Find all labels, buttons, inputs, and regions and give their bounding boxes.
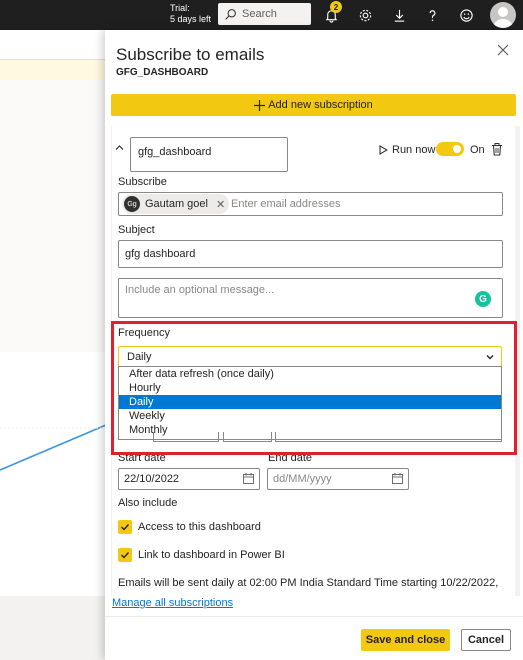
help-icon bbox=[429, 9, 435, 21]
report-line-chart bbox=[0, 424, 106, 471]
start-date-input[interactable]: 22/10/2022 bbox=[118, 468, 260, 490]
cancel-button[interactable]: Cancel bbox=[461, 629, 511, 651]
download-icon bbox=[394, 9, 404, 22]
email-placeholder: Enter email addresses bbox=[231, 198, 341, 210]
highlight-box bbox=[111, 321, 517, 455]
message-placeholder: Include an optional message... bbox=[125, 284, 275, 296]
smiley-icon bbox=[459, 8, 473, 22]
include-link-checkbox[interactable] bbox=[118, 548, 132, 562]
message-input[interactable]: Include an optional message... bbox=[118, 278, 503, 318]
plus-icon bbox=[254, 99, 266, 111]
account-avatar[interactable] bbox=[490, 2, 516, 28]
panel-subtitle: GFG_DASHBOARD bbox=[116, 67, 209, 78]
top-bar: Trial: 5 days left Search 2 bbox=[0, 0, 523, 30]
recipient-avatar: Gg bbox=[124, 196, 140, 212]
report-footer bbox=[0, 596, 106, 660]
footer-divider bbox=[105, 616, 523, 617]
search-icon bbox=[225, 8, 236, 20]
report-banner bbox=[0, 60, 106, 80]
search-placeholder: Search bbox=[242, 8, 277, 20]
add-subscription-button[interactable]: Add new subscription bbox=[111, 94, 516, 116]
download-button[interactable] bbox=[390, 6, 408, 24]
include-access-label: Access to this dashboard bbox=[138, 521, 261, 533]
trial-days-left: 5 days left bbox=[170, 14, 212, 24]
chevron-up-icon[interactable] bbox=[114, 142, 125, 153]
checkmark-icon bbox=[121, 552, 130, 559]
also-include-label: Also include bbox=[118, 497, 178, 509]
remove-recipient-icon[interactable]: ✕ bbox=[216, 198, 225, 211]
end-date-input[interactable]: dd/MM/yyyy bbox=[267, 468, 409, 490]
schedule-info-text: Emails will be sent daily at 02:00 PM In… bbox=[118, 577, 499, 589]
trial-label: Trial: bbox=[170, 3, 190, 13]
run-now-button[interactable]: Run now bbox=[379, 144, 435, 156]
include-link-label: Link to dashboard in Power BI bbox=[138, 549, 285, 561]
subject-label: Subject bbox=[118, 224, 155, 236]
subscription-toggle[interactable] bbox=[436, 142, 464, 156]
manage-subscriptions-link[interactable]: Manage all subscriptions bbox=[112, 597, 233, 609]
user-icon bbox=[493, 7, 513, 28]
grammarly-icon[interactable]: G bbox=[475, 291, 491, 307]
help-button[interactable] bbox=[423, 6, 441, 24]
settings-button[interactable] bbox=[356, 6, 374, 24]
toggle-state-label: On bbox=[470, 144, 485, 156]
save-and-close-button[interactable]: Save and close bbox=[361, 629, 450, 651]
start-date-value: 22/10/2022 bbox=[124, 473, 180, 485]
subject-input[interactable]: gfg dashboard bbox=[118, 240, 503, 268]
search-box[interactable]: Search bbox=[218, 3, 311, 25]
trial-status: Trial: 5 days left bbox=[170, 3, 211, 25]
run-now-label: Run now bbox=[392, 144, 436, 156]
gear-icon bbox=[359, 9, 371, 21]
feedback-button[interactable] bbox=[457, 6, 475, 24]
calendar-icon[interactable] bbox=[392, 473, 403, 484]
checkmark-icon bbox=[121, 524, 130, 531]
recipient-name: Gautam goel bbox=[145, 198, 208, 210]
include-access-checkbox[interactable] bbox=[118, 520, 132, 534]
panel-title: Subscribe to emails bbox=[116, 45, 265, 64]
trash-icon[interactable] bbox=[491, 143, 503, 156]
add-subscription-label: Add new subscription bbox=[268, 99, 373, 111]
end-date-placeholder: dd/MM/yyyy bbox=[273, 473, 332, 485]
report-canvas bbox=[0, 80, 106, 352]
calendar-icon[interactable] bbox=[243, 473, 254, 484]
subscription-name-input[interactable]: gfg_dashboard bbox=[130, 137, 288, 172]
notification-badge: 2 bbox=[330, 1, 342, 13]
close-icon[interactable] bbox=[496, 43, 510, 57]
play-icon bbox=[379, 145, 388, 155]
recipient-chip: Gg Gautam goel ✕ bbox=[122, 194, 230, 214]
subscribe-label: Subscribe bbox=[118, 176, 167, 188]
report-header-band bbox=[0, 30, 106, 60]
